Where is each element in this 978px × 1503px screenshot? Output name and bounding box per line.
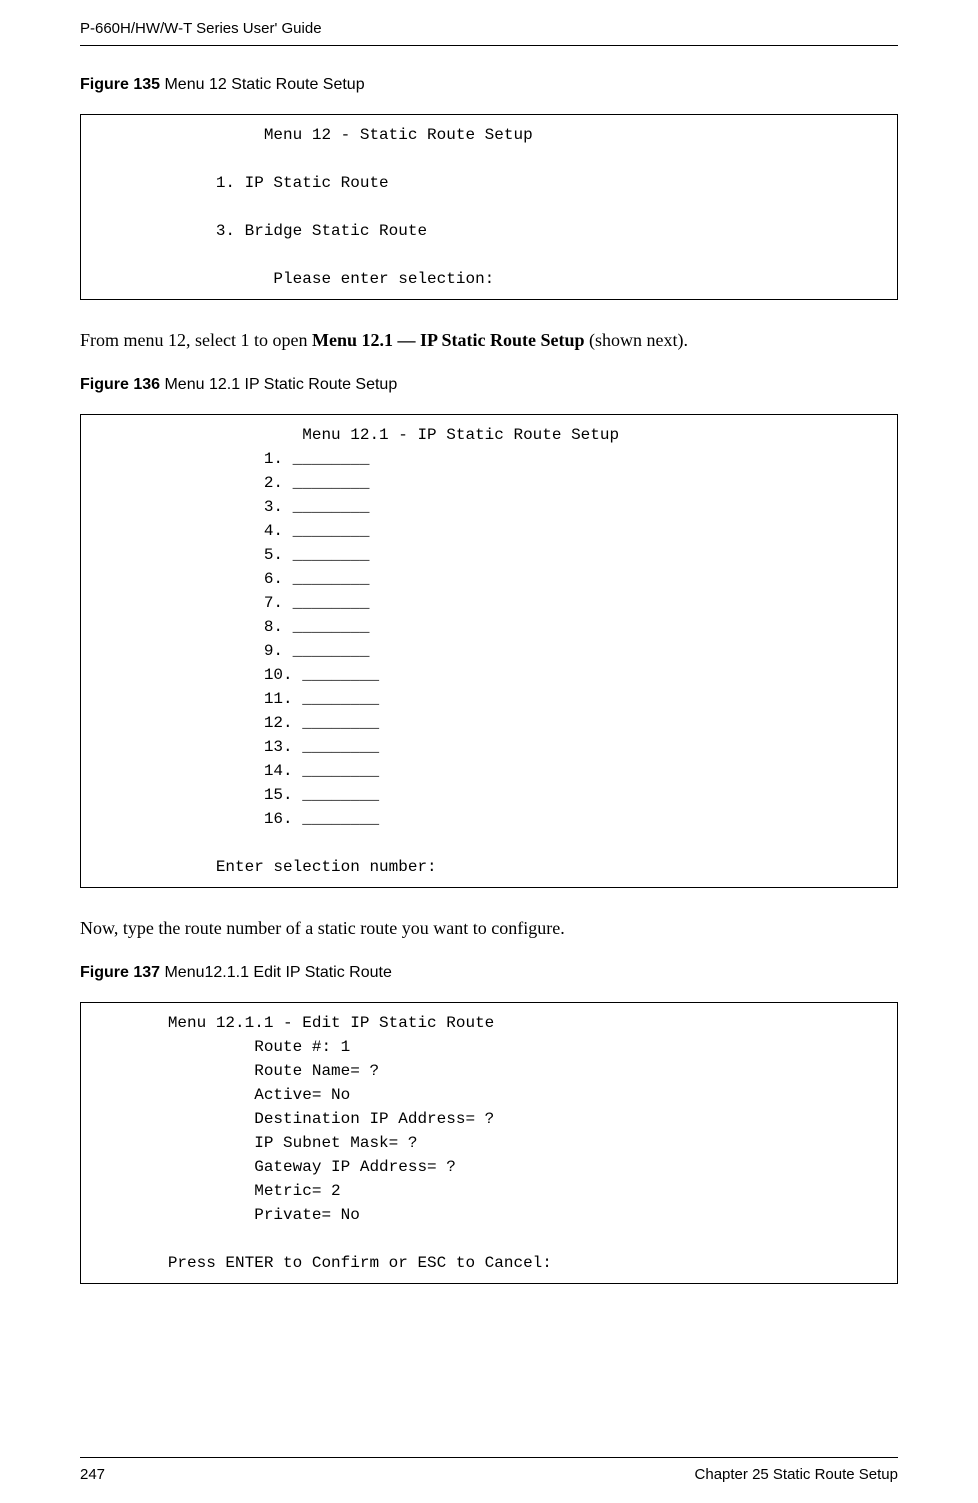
header-guide-title: P-660H/HW/W-T Series User' Guide [0, 0, 978, 45]
header-divider [80, 45, 898, 46]
figure-137-label: Figure 137 Menu12.1.1 Edit IP Static Rou… [80, 964, 898, 982]
paragraph-1-after: (shown next). [584, 330, 687, 350]
page-content: Figure 135 Menu 12 Static Route Setup Me… [0, 76, 978, 1284]
paragraph-1-bold: Menu 12.1 — IP Static Route Setup [312, 330, 585, 350]
figure-136-number: Figure 136 [80, 376, 160, 393]
footer: 247 Chapter 25 Static Route Setup [80, 1457, 898, 1483]
figure-137-box: Menu 12.1.1 - Edit IP Static Route Route… [80, 1002, 898, 1284]
figure-135-label: Figure 135 Menu 12 Static Route Setup [80, 76, 898, 94]
footer-content: 247 Chapter 25 Static Route Setup [80, 1466, 898, 1483]
paragraph-2-text: Now, type the route number of a static r… [80, 918, 565, 938]
figure-136-title: Menu 12.1 IP Static Route Setup [160, 376, 397, 393]
figure-136-box: Menu 12.1 - IP Static Route Setup 1. ___… [80, 414, 898, 888]
page-number: 247 [80, 1466, 105, 1483]
footer-divider [80, 1457, 898, 1458]
paragraph-2: Now, type the route number of a static r… [80, 918, 898, 939]
figure-137-title: Menu12.1.1 Edit IP Static Route [160, 964, 392, 981]
figure-135-box: Menu 12 - Static Route Setup 1. IP Stati… [80, 114, 898, 300]
paragraph-1-before: From menu 12, select 1 to open [80, 330, 312, 350]
paragraph-1: From menu 12, select 1 to open Menu 12.1… [80, 330, 898, 351]
chapter-label: Chapter 25 Static Route Setup [695, 1466, 898, 1483]
figure-135-title: Menu 12 Static Route Setup [160, 76, 365, 93]
figure-137-number: Figure 137 [80, 964, 160, 981]
figure-135-number: Figure 135 [80, 76, 160, 93]
figure-136-label: Figure 136 Menu 12.1 IP Static Route Set… [80, 376, 898, 394]
